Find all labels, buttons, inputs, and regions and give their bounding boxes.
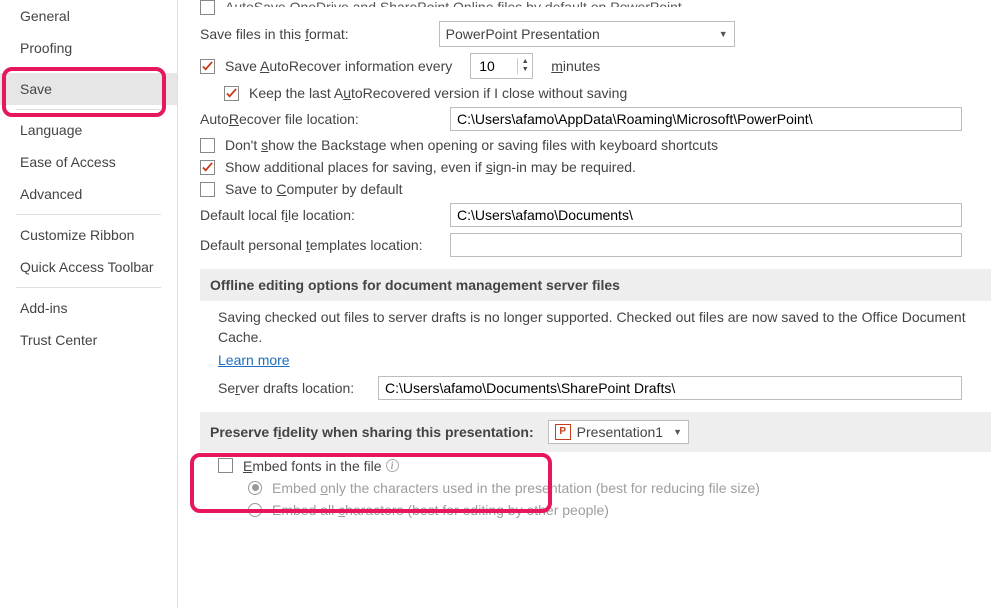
sidebar-item-save[interactable]: Save [0, 73, 177, 105]
sidebar-item-add-ins[interactable]: Add-ins [0, 292, 177, 324]
dont-show-backstage-label: Don't show the Backstage when opening or… [225, 137, 718, 153]
server-drafts-location-label: Server drafts location: [218, 380, 378, 396]
checkbox-show-additional-places[interactable] [200, 160, 215, 175]
autorecover-location-label: AutoRecover file location: [200, 111, 450, 127]
show-additional-places-label: Show additional places for saving, even … [225, 159, 636, 175]
default-local-location-input[interactable] [450, 203, 962, 227]
options-sidebar: General Proofing Save Language Ease of A… [0, 0, 178, 608]
sidebar-divider [16, 287, 161, 288]
offline-editing-description: Saving checked out files to server draft… [200, 307, 991, 348]
sidebar-divider [16, 68, 161, 69]
checkbox-embed-fonts[interactable] [218, 458, 233, 473]
autorecover-minutes-input[interactable] [471, 57, 517, 75]
checkbox-save-to-computer[interactable] [200, 182, 215, 197]
autorecover-location-input[interactable] [450, 107, 962, 131]
options-content-save: AutoSave OneDrive and SharePoint Online … [178, 0, 999, 608]
checkbox-dont-show-backstage[interactable] [200, 138, 215, 153]
autorecover-every-label: Save AutoRecover information every [225, 58, 452, 74]
chevron-down-icon: ▼ [719, 29, 728, 39]
checkbox-autorecover-every[interactable] [200, 59, 215, 74]
sidebar-item-quick-access-toolbar[interactable]: Quick Access Toolbar [0, 251, 177, 283]
preserve-fidelity-presentation-dropdown[interactable]: P Presentation1 ▼ [548, 420, 689, 444]
sidebar-divider [16, 214, 161, 215]
options-dialog: General Proofing Save Language Ease of A… [0, 0, 999, 608]
default-templates-location-input[interactable] [450, 233, 962, 257]
checkbox-autosave-cloud[interactable] [200, 0, 215, 15]
info-icon: i [386, 459, 399, 472]
default-templates-location-label: Default personal templates location: [200, 237, 450, 253]
radio-embed-only-used [248, 481, 262, 495]
server-drafts-location-input[interactable] [378, 376, 962, 400]
checkbox-keep-last-autorecovered[interactable] [224, 86, 239, 101]
save-format-label: Save files in this format: [200, 26, 349, 42]
sidebar-item-language[interactable]: Language [0, 114, 177, 146]
sidebar-item-ease-of-access[interactable]: Ease of Access [0, 146, 177, 178]
sidebar-item-proofing[interactable]: Proofing [0, 32, 177, 64]
autosave-cloud-label: AutoSave OneDrive and SharePoint Online … [225, 0, 682, 7]
save-format-dropdown[interactable]: PowerPoint Presentation▼ [439, 21, 735, 47]
chevron-down-icon: ▼ [673, 427, 682, 437]
preserve-fidelity-header: Preserve fidelity when sharing this pres… [200, 412, 991, 452]
minutes-label: minutes [551, 58, 600, 74]
autorecover-minutes-spinner[interactable]: ▲▼ [470, 53, 533, 79]
keep-last-autorecovered-label: Keep the last AutoRecovered version if I… [249, 85, 627, 101]
radio-embed-all [248, 503, 262, 517]
save-to-computer-label: Save to Computer by default [225, 181, 402, 197]
offline-editing-header: Offline editing options for document man… [200, 269, 991, 301]
sidebar-item-advanced[interactable]: Advanced [0, 178, 177, 210]
sidebar-item-trust-center[interactable]: Trust Center [0, 324, 177, 356]
embed-only-used-label: Embed only the characters used in the pr… [272, 480, 760, 496]
embed-all-label: Embed all characters (best for editing b… [272, 502, 609, 518]
spinner-arrows[interactable]: ▲▼ [517, 58, 532, 74]
embed-fonts-label: Embed fonts in the file [243, 458, 382, 474]
learn-more-link[interactable]: Learn more [218, 352, 290, 368]
sidebar-item-customize-ribbon[interactable]: Customize Ribbon [0, 219, 177, 251]
sidebar-divider [16, 109, 161, 110]
sidebar-item-general[interactable]: General [0, 0, 177, 32]
powerpoint-file-icon: P [555, 424, 571, 440]
default-local-location-label: Default local file location: [200, 207, 450, 223]
